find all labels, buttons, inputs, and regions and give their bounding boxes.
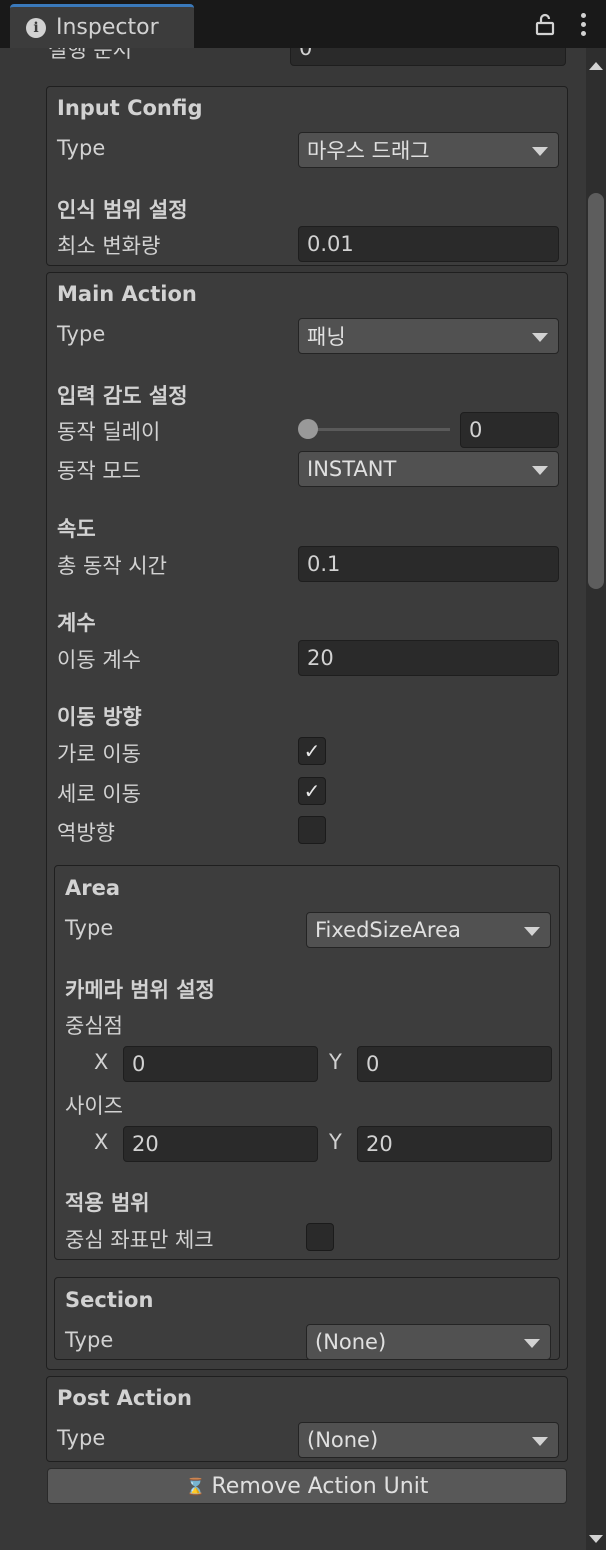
total-time-label: 총 동작 시간 [57, 554, 167, 578]
inspector-content: 실행 순서 0 Input Config Type 마우스 드래그 인식 범위 … [0, 48, 586, 1550]
remove-action-unit-label: Remove Action Unit [211, 1473, 429, 1499]
reverse-checkbox[interactable] [298, 816, 326, 844]
checkmark-icon: ✓ [303, 739, 321, 763]
input-sensitivity-title: 입력 감도 설정 [57, 384, 188, 408]
main-action-type-value: 패닝 [307, 325, 346, 349]
min-change-label: 최소 변화량 [57, 234, 161, 258]
lock-icon[interactable] [534, 12, 556, 36]
center-only-checkbox[interactable] [306, 1223, 334, 1251]
chevron-down-icon [532, 147, 548, 156]
input-config-title: Input Config [57, 96, 203, 120]
center-x-label: X [94, 1050, 109, 1074]
action-mode-dropdown[interactable]: INSTANT [298, 451, 559, 487]
size-y-label: Y [329, 1130, 342, 1154]
reverse-label: 역방향 [57, 821, 115, 845]
execution-order-label: 실행 순서 [48, 48, 132, 62]
size-x-label: X [94, 1130, 109, 1154]
horizontal-move-checkbox[interactable]: ✓ [298, 737, 326, 765]
vertical-scrollbar[interactable] [586, 48, 606, 1550]
tab-title: Inspector [56, 15, 159, 40]
tab-bar: i Inspector [0, 0, 606, 48]
min-change-field[interactable]: 0.01 [298, 226, 559, 262]
vertical-move-label: 세로 이동 [57, 782, 141, 806]
section-type-label: Type [65, 1328, 114, 1352]
area-type-label: Type [65, 916, 114, 940]
horizontal-move-label: 가로 이동 [57, 742, 141, 766]
input-config-type-label: Type [57, 136, 106, 160]
hourglass-icon: ⌛ [185, 1476, 206, 1496]
info-icon: i [26, 17, 46, 38]
section-title: Section [65, 1288, 154, 1312]
move-coefficient-field[interactable]: 20 [298, 640, 559, 676]
recognition-range-title: 인식 범위 설정 [57, 198, 188, 222]
action-delay-slider-track[interactable] [306, 428, 450, 431]
post-action-title: Post Action [57, 1386, 192, 1410]
action-delay-field[interactable]: 0 [460, 412, 559, 448]
remove-action-unit-button[interactable]: ⌛ Remove Action Unit [47, 1468, 567, 1504]
vertical-move-checkbox[interactable]: ✓ [298, 777, 326, 805]
section-type-dropdown[interactable]: (None) [306, 1324, 551, 1360]
speed-title: 속도 [57, 517, 96, 541]
scroll-down-arrow-icon[interactable] [586, 1532, 606, 1546]
total-time-field[interactable]: 0.1 [298, 546, 559, 582]
center-y-label: Y [329, 1050, 342, 1074]
chevron-down-icon [532, 1437, 548, 1446]
center-y-field[interactable]: 0 [357, 1046, 552, 1082]
section-type-value: (None) [315, 1330, 387, 1354]
action-delay-label: 동작 딜레이 [57, 420, 161, 444]
action-mode-label: 동작 모드 [57, 459, 141, 483]
action-delay-slider-handle[interactable] [298, 419, 318, 439]
area-type-value: FixedSizeArea [315, 918, 461, 942]
center-only-label: 중심 좌표만 체크 [65, 1228, 214, 1252]
tab-inspector[interactable]: i Inspector [10, 4, 194, 48]
chevron-down-icon [532, 333, 548, 342]
main-action-type-dropdown[interactable]: 패닝 [298, 318, 559, 354]
main-action-title: Main Action [57, 282, 197, 306]
post-action-type-label: Type [57, 1426, 106, 1450]
chevron-down-icon [532, 466, 548, 475]
checkmark-icon: ✓ [303, 779, 321, 803]
action-mode-value: INSTANT [307, 457, 397, 481]
center-x-field[interactable]: 0 [123, 1046, 318, 1082]
area-type-dropdown[interactable]: FixedSizeArea [306, 912, 551, 948]
post-action-type-value: (None) [307, 1428, 379, 1452]
chevron-down-icon [524, 927, 540, 936]
size-x-field[interactable]: 20 [123, 1126, 318, 1162]
move-direction-title: 이동 방향 [57, 705, 142, 729]
execution-order-field[interactable]: 0 [290, 48, 566, 66]
more-menu-icon[interactable] [578, 10, 588, 38]
move-coefficient-label: 이동 계수 [57, 648, 141, 672]
size-label: 사이즈 [65, 1094, 123, 1118]
coefficient-title: 계수 [57, 611, 96, 635]
input-config-type-value: 마우스 드래그 [307, 139, 430, 163]
camera-range-title: 카메라 범위 설정 [65, 978, 215, 1002]
scroll-up-arrow-icon[interactable] [586, 58, 606, 72]
area-title: Area [65, 876, 121, 900]
center-point-label: 중심점 [65, 1014, 123, 1038]
scrollbar-thumb[interactable] [588, 193, 604, 589]
post-action-type-dropdown[interactable]: (None) [298, 1422, 559, 1458]
input-config-type-dropdown[interactable]: 마우스 드래그 [298, 132, 559, 168]
chevron-down-icon [524, 1339, 540, 1348]
apply-range-title: 적용 범위 [65, 1191, 150, 1215]
main-action-type-label: Type [57, 322, 106, 346]
size-y-field[interactable]: 20 [357, 1126, 552, 1162]
